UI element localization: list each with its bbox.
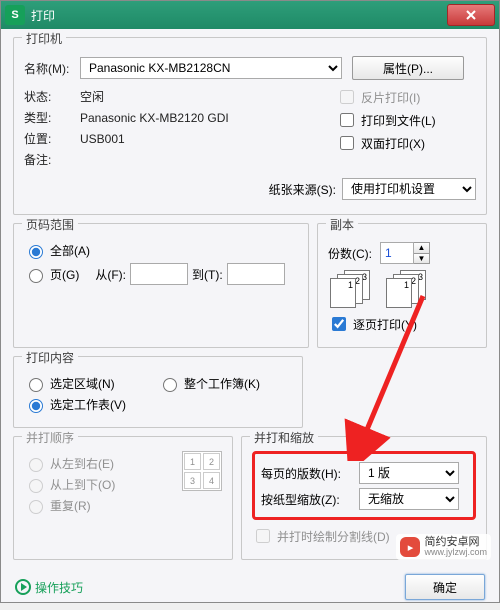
reverse-label: 反片打印(I) — [361, 89, 420, 106]
draw-lines-label: 并打时绘制分割线(D) — [277, 528, 390, 545]
printer-group: 打印机 名称(M): Panasonic KX-MB2128CN 属性(P)..… — [13, 37, 487, 215]
tips-link[interactable]: 操作技巧 — [35, 579, 83, 596]
name-label: 名称(M): — [24, 60, 80, 77]
print-content-group: 打印内容 选定区域(N) 选定工作表(V) 整个工作簿(K) — [13, 356, 303, 428]
to-file-checkbox[interactable] — [340, 113, 354, 127]
printer-name-select[interactable]: Panasonic KX-MB2128CN — [80, 57, 342, 79]
content-workbook-label: 整个工作簿(K) — [184, 375, 260, 392]
where-label: 位置: — [24, 130, 80, 147]
print-order-legend: 并打顺序 — [22, 429, 78, 446]
paper-source-select[interactable]: 使用打印机设置 — [342, 178, 476, 200]
print-content-legend: 打印内容 — [22, 349, 78, 366]
content-selection-radio[interactable] — [29, 378, 43, 392]
print-order-group: 并打顺序 从左到右(E) 从上到下(O) 重复(R) 1234 — [13, 436, 233, 560]
zoom-select[interactable]: 无缩放 — [359, 488, 459, 510]
duplex-checkbox[interactable] — [340, 136, 354, 150]
range-pages-radio[interactable] — [29, 269, 43, 283]
content-sheets-radio[interactable] — [29, 399, 43, 413]
where-value: USB001 — [80, 132, 125, 146]
tips-play-icon — [15, 579, 31, 595]
to-input[interactable] — [227, 263, 285, 285]
watermark-line2: www.jylzwj.com — [424, 548, 487, 558]
scale-legend: 并打和缩放 — [250, 429, 318, 446]
collate-label: 逐页打印(Y) — [353, 316, 417, 333]
highlight-annotation: 每页的版数(H): 1 版 按纸型缩放(Z): 无缩放 — [252, 451, 476, 520]
collate-checkbox[interactable] — [332, 317, 346, 331]
content-sheets-label: 选定工作表(V) — [50, 396, 126, 413]
from-input[interactable] — [130, 263, 188, 285]
reverse-checkbox — [340, 90, 354, 104]
copies-spinner[interactable]: ▲▼ — [414, 242, 430, 264]
order-lr-label: 从左到右(E) — [50, 455, 114, 472]
watermark-icon: ▸ — [400, 537, 420, 557]
watermark: ▸ 简约安卓网 www.jylzwj.com — [396, 534, 491, 560]
close-button[interactable] — [447, 4, 495, 26]
content-selection-label: 选定区域(N) — [50, 375, 115, 392]
close-icon — [465, 9, 477, 21]
copies-num-label: 份数(C): — [328, 245, 372, 262]
to-file-label: 打印到文件(L) — [361, 112, 436, 129]
copies-input[interactable] — [380, 242, 414, 264]
zoom-label: 按纸型缩放(Z): — [261, 491, 359, 508]
order-rep-label: 重复(R) — [50, 497, 91, 514]
from-label: 从(F): — [95, 266, 126, 283]
order-td-radio — [29, 479, 43, 493]
status-label: 状态: — [24, 88, 80, 105]
comment-label: 备注: — [24, 151, 80, 168]
page-range-legend: 页码范围 — [22, 216, 78, 233]
properties-button[interactable]: 属性(P)... — [352, 56, 464, 80]
status-value: 空闲 — [80, 88, 104, 105]
printer-legend: 打印机 — [22, 30, 66, 47]
app-icon: S — [5, 5, 25, 25]
order-rep-radio — [29, 500, 43, 514]
to-label: 到(T): — [192, 266, 223, 283]
source-label: 纸张来源(S): — [269, 181, 336, 198]
order-preview-icon: 1234 — [182, 451, 222, 491]
page-range-group: 页码范围 全部(A) 页(G) 从(F): 到(T): — [13, 223, 309, 348]
order-td-label: 从上到下(O) — [50, 476, 115, 493]
ok-button[interactable]: 确定 — [405, 574, 485, 600]
content-workbook-radio[interactable] — [163, 378, 177, 392]
duplex-label: 双面打印(X) — [361, 135, 425, 152]
collate-illustration: 321 321 — [330, 270, 476, 306]
range-all-label: 全部(A) — [50, 242, 90, 259]
range-pages-label: 页(G) — [50, 266, 79, 283]
copies-group: 副本 份数(C): ▲▼ 321 321 逐页打印(Y) — [317, 223, 487, 348]
order-lr-radio — [29, 458, 43, 472]
range-all-radio[interactable] — [29, 245, 43, 259]
draw-lines-checkbox — [256, 529, 270, 543]
type-label: 类型: — [24, 109, 80, 126]
type-value: Panasonic KX-MB2120 GDI — [80, 111, 229, 125]
copies-legend: 副本 — [326, 216, 358, 233]
per-page-select[interactable]: 1 版 — [359, 462, 459, 484]
window-title: 打印 — [31, 7, 447, 24]
titlebar: S 打印 — [1, 1, 499, 29]
per-page-label: 每页的版数(H): — [261, 465, 359, 482]
